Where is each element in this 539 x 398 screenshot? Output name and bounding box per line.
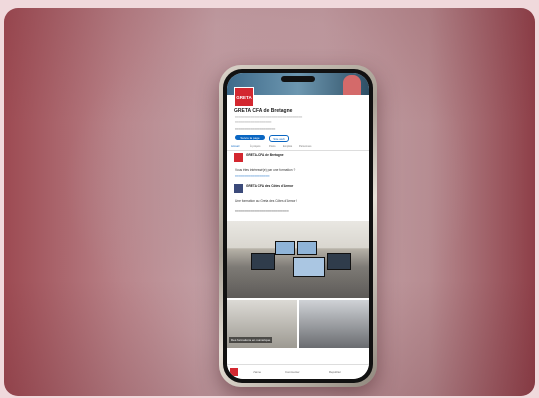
repost-link[interactable]: ━━━━━━━━━━━━━━━━━━━━━━━━━━━━ bbox=[235, 209, 289, 213]
post-link[interactable]: ━━━━━━━━━━━━━━━━━━ bbox=[235, 174, 270, 178]
background-card: GRETA GRETA CFA de Bretagne ━━━━━━━━━━━━… bbox=[4, 8, 535, 396]
photo-monitor bbox=[251, 253, 275, 270]
org-meta: ━━━━━━━━━━━━━━━━━━━ bbox=[235, 120, 272, 124]
tab-jobs[interactable]: Emplois bbox=[283, 145, 292, 148]
repost-button[interactable]: Republier bbox=[329, 370, 341, 374]
cover-person-image bbox=[343, 75, 361, 95]
org-logo: GRETA bbox=[234, 87, 254, 107]
post-photo-classroom[interactable] bbox=[227, 221, 369, 298]
org-followers: ━━━━━━━━━━━━━━━━━━━━━ bbox=[235, 127, 276, 131]
tab-accueil[interactable]: Accueil bbox=[231, 145, 239, 148]
photo-monitor bbox=[293, 257, 325, 277]
repost-text: Une formation au Greta des Côtes d'Armor… bbox=[235, 199, 298, 203]
photo-caption: Des formations en numérique bbox=[229, 337, 273, 343]
phone-bezel: GRETA GRETA CFA de Bretagne ━━━━━━━━━━━━… bbox=[223, 69, 373, 383]
tab-about[interactable]: À propos bbox=[250, 145, 260, 148]
page-tabs: Accueil À propos Posts Emplois Personnes bbox=[227, 145, 369, 151]
post-author[interactable]: GRETA-CFA de Bretagne bbox=[246, 153, 284, 157]
post-avatar[interactable] bbox=[234, 153, 243, 162]
follow-button[interactable]: Suivre la page bbox=[235, 135, 265, 140]
photo-monitor bbox=[275, 241, 295, 255]
phone-notch bbox=[281, 76, 315, 82]
org-name: GRETA CFA de Bretagne bbox=[234, 108, 293, 114]
comment-button[interactable]: Commenter bbox=[285, 370, 300, 374]
post-photo-students[interactable] bbox=[299, 300, 369, 348]
phone-mockup: GRETA GRETA CFA de Bretagne ━━━━━━━━━━━━… bbox=[219, 65, 377, 387]
repost-avatar[interactable] bbox=[234, 184, 243, 193]
like-button[interactable]: J'aime bbox=[253, 370, 261, 374]
tab-posts[interactable]: Posts bbox=[269, 145, 276, 148]
org-tagline: ━━━━━━━━━━━━━━━━━━━━━━━━━━━━━━━━━━━ bbox=[235, 115, 303, 119]
photo-monitor bbox=[327, 253, 351, 270]
photo-monitor bbox=[297, 241, 317, 255]
bottom-action-bar: J'aime Commenter Republier bbox=[227, 364, 369, 379]
website-button[interactable]: Site web bbox=[269, 135, 289, 142]
repost-author[interactable]: GRETA CFA des Côtes d'Armor bbox=[246, 184, 293, 188]
tab-people[interactable]: Personnes bbox=[299, 145, 311, 148]
user-avatar[interactable] bbox=[230, 368, 238, 376]
phone-screen: GRETA GRETA CFA de Bretagne ━━━━━━━━━━━━… bbox=[227, 73, 369, 379]
post-text: Vous êtes intéressé(e) par une formation… bbox=[235, 168, 296, 172]
